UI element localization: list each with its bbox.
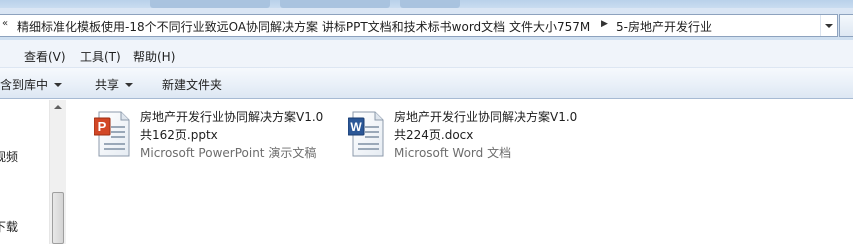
chevron-down-icon: [54, 83, 63, 87]
nav-scrollbar[interactable]: [49, 100, 66, 244]
file-type: Microsoft Word 文档: [394, 146, 512, 160]
file-name: 房地产开发行业协同解决方案V1.0: [140, 110, 324, 124]
svg-text:W: W: [350, 120, 362, 134]
file-details: 房地产开发行业协同解决方案V1.0 共224页.docx Microsoft W…: [394, 108, 577, 162]
breadcrumb-item-current[interactable]: 5-房地产开发行业: [616, 18, 712, 35]
share-button[interactable]: 共享: [95, 76, 134, 93]
menu-tools[interactable]: 工具(T): [80, 48, 121, 65]
nav-item-downloads[interactable]: 下载: [0, 218, 18, 235]
breadcrumb-overflow-icon[interactable]: «: [2, 18, 8, 29]
breadcrumb-separator-icon[interactable]: ▶: [601, 19, 608, 29]
file-type: Microsoft PowerPoint 演示文稿: [140, 146, 317, 160]
file-item-pptx[interactable]: P 房地产开发行业协同解决方案V1.0 共162页.pptx Microsoft…: [93, 108, 334, 164]
file-name-line2: 共162页.pptx: [140, 128, 218, 142]
title-strip-tab: [400, 0, 460, 8]
scroll-up-icon[interactable]: [54, 105, 62, 109]
nav-item-videos[interactable]: 视频: [0, 148, 18, 165]
chevron-down-icon: [125, 83, 134, 87]
menu-view[interactable]: 查看(V): [24, 48, 66, 65]
menu-bar: 查看(V) 工具(T) 帮助(H): [0, 40, 853, 68]
file-name-line2: 共224页.docx: [394, 128, 474, 142]
include-in-library-label: 包含到库中: [0, 78, 49, 92]
title-strip-tab: [150, 0, 270, 8]
command-toolbar: 包含到库中 共享 新建文件夹: [0, 68, 853, 99]
title-strip-tab: [280, 0, 390, 8]
navigation-pane: 视频 下载: [0, 100, 66, 244]
chevron-down-icon: [825, 23, 833, 28]
new-folder-label: 新建文件夹: [162, 78, 223, 92]
share-label: 共享: [95, 78, 120, 92]
nav-scrollbar-thumb[interactable]: [52, 192, 64, 244]
menu-help[interactable]: 帮助(H): [133, 48, 175, 65]
file-list: P 房地产开发行业协同解决方案V1.0 共162页.pptx Microsoft…: [67, 100, 853, 244]
address-history-dropdown[interactable]: [820, 15, 837, 36]
include-in-library-button[interactable]: 包含到库中: [0, 76, 63, 93]
file-name: 房地产开发行业协同解决方案V1.0: [394, 110, 578, 124]
window-title-strip: [0, 0, 853, 8]
new-folder-button[interactable]: 新建文件夹: [162, 76, 222, 93]
powerpoint-file-icon: P: [93, 110, 132, 158]
word-file-icon: W: [347, 110, 386, 158]
svg-text:P: P: [98, 119, 107, 134]
file-details: 房地产开发行业协同解决方案V1.0 共162页.pptx Microsoft P…: [140, 108, 323, 162]
address-bar: « 精细标准化模板使用-18个不同行业致远OA协同解决方案 讲标PPT文档和技术…: [0, 8, 853, 40]
address-box[interactable]: « 精细标准化模板使用-18个不同行业致远OA协同解决方案 讲标PPT文档和技术…: [0, 14, 838, 37]
file-item-docx[interactable]: W 房地产开发行业协同解决方案V1.0 共224页.docx Microsoft…: [347, 108, 588, 164]
refresh-button[interactable]: [839, 14, 853, 37]
breadcrumb-item-parent[interactable]: 精细标准化模板使用-18个不同行业致远OA协同解决方案 讲标PPT文档和技术标书…: [17, 18, 590, 35]
